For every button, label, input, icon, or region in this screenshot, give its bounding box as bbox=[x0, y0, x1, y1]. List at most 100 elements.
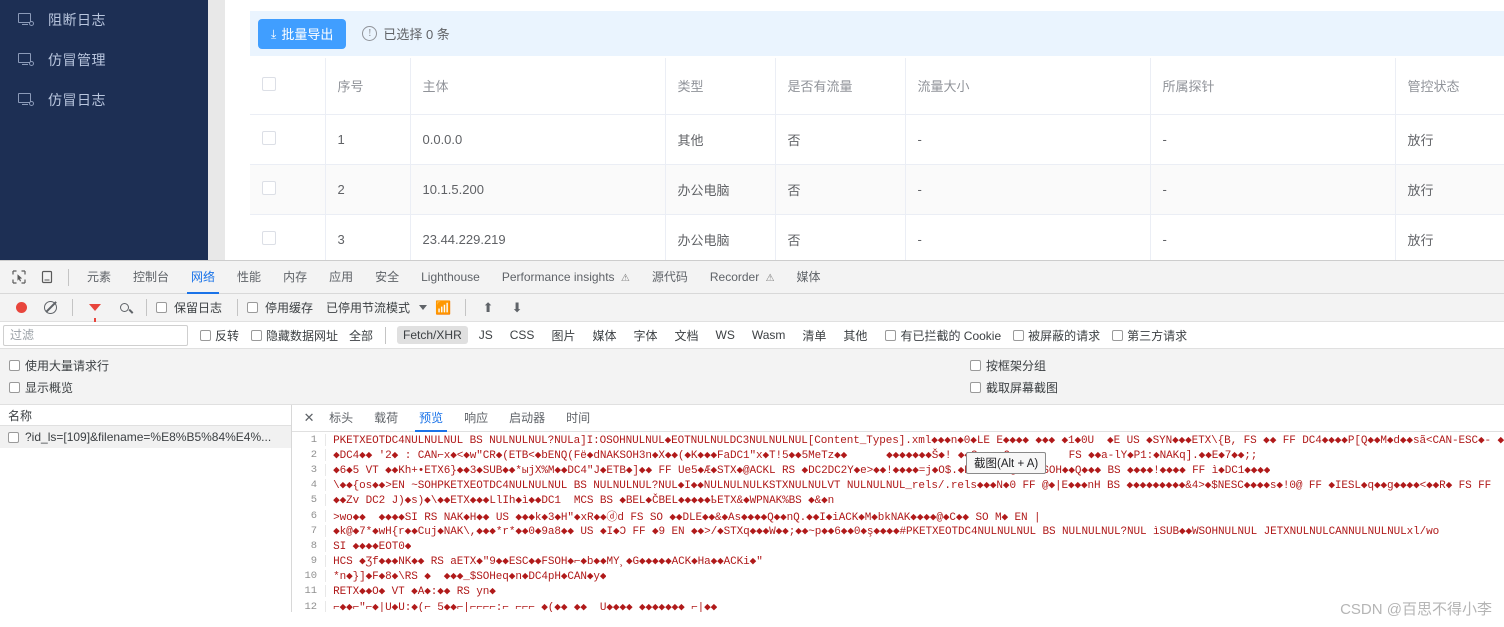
sidebar-item-spoof-management[interactable]: 仿冒管理 bbox=[0, 40, 208, 80]
close-icon[interactable]: ✕ bbox=[300, 409, 318, 427]
preview-line: 3 ◆6◆5 VT ◆◆Kh+•ETX6}◆◆3◆SUB◆◆*ыjX%M◆◆DC4… bbox=[292, 462, 1504, 477]
preserve-log-checkbox[interactable] bbox=[156, 302, 167, 313]
group-by-frame-checkbox[interactable] bbox=[970, 359, 981, 371]
filter-type-other[interactable]: 其他 bbox=[837, 325, 873, 346]
filter-type-doc[interactable]: 文档 bbox=[668, 325, 704, 346]
filter-type-wasm[interactable]: Wasm bbox=[746, 326, 792, 344]
third-party-checkbox[interactable] bbox=[1112, 329, 1124, 341]
invert-label: 反转 bbox=[215, 328, 240, 343]
blocked-requests-toggle[interactable]: 被屏蔽的请求 bbox=[1013, 327, 1100, 344]
column-header-traffic-size[interactable]: 流量大小 bbox=[905, 58, 1151, 115]
filter-type-fetch-xhr[interactable]: Fetch/XHR bbox=[397, 326, 468, 344]
warning-icon: ⚠ bbox=[620, 272, 630, 284]
column-header-index[interactable]: 序号 bbox=[325, 58, 411, 115]
filter-type-media[interactable]: 媒体 bbox=[586, 325, 622, 346]
hide-data-urls-toggle[interactable]: 隐藏数据网址 bbox=[251, 327, 338, 344]
filter-funnel-icon[interactable] bbox=[82, 295, 108, 322]
filter-type-img[interactable]: 图片 bbox=[545, 325, 581, 346]
blocked-cookies-checkbox[interactable] bbox=[885, 329, 897, 341]
filter-type-ws[interactable]: WS bbox=[710, 326, 741, 344]
toolbar-divider bbox=[237, 299, 239, 316]
row-checkbox[interactable] bbox=[262, 230, 276, 245]
detail-tab-response[interactable]: 响应 bbox=[454, 405, 498, 432]
filter-type-js[interactable]: JS bbox=[473, 326, 499, 344]
capture-screenshots-toggle[interactable]: 截取屏幕截图 bbox=[970, 379, 1058, 396]
detail-tab-preview[interactable]: 预览 bbox=[409, 405, 453, 432]
hide-data-urls-checkbox[interactable] bbox=[251, 329, 263, 341]
detail-tab-payload[interactable]: 载荷 bbox=[364, 405, 408, 432]
upload-arrow-icon[interactable]: ⬆ bbox=[475, 295, 501, 321]
tab-security[interactable]: 安全 bbox=[365, 261, 409, 294]
sidebar-item-blocking-log[interactable]: 阻断日志 bbox=[0, 0, 208, 40]
column-header-subject[interactable]: 主体 bbox=[410, 58, 666, 115]
group-by-frame-toggle[interactable]: 按框架分组 bbox=[970, 357, 1046, 374]
show-overview-checkbox[interactable] bbox=[9, 381, 20, 393]
request-list-item[interactable]: ?id_ls=[109]&filename=%E8%B5%84%E4%... bbox=[0, 426, 292, 448]
blocked-requests-checkbox[interactable] bbox=[1013, 329, 1025, 341]
select-all-checkbox[interactable] bbox=[262, 77, 276, 92]
tab-application[interactable]: 应用 bbox=[319, 261, 363, 294]
table-row[interactable]: 2 10.1.5.200 办公电脑 否 - - 放行 bbox=[250, 164, 1504, 215]
detail-tab-headers[interactable]: 标头 bbox=[319, 405, 363, 432]
batch-export-button[interactable]: ⤓ 批量导出 bbox=[258, 18, 347, 49]
tab-lighthouse[interactable]: Lighthouse bbox=[411, 261, 490, 294]
detail-tab-timing[interactable]: 时间 bbox=[556, 405, 600, 432]
cell-traffic-size: - bbox=[905, 214, 1151, 265]
invert-checkbox[interactable] bbox=[200, 329, 211, 341]
hide-data-urls-label: 隐藏数据网址 bbox=[266, 328, 339, 343]
record-icon[interactable] bbox=[8, 295, 34, 321]
line-text: ◆DC4◆◆ '2◆ : CAN⌐x◆<◆w"CR◆(ETB<◆bENQ(Fë◆… bbox=[333, 449, 1258, 462]
big-request-rows-checkbox[interactable] bbox=[9, 359, 20, 371]
tab-performance-insights[interactable]: Performance insights ⚠ bbox=[492, 261, 640, 294]
device-toolbar-icon[interactable] bbox=[34, 264, 60, 290]
tab-sources[interactable]: 源代码 bbox=[642, 261, 698, 294]
row-checkbox[interactable] bbox=[262, 130, 276, 145]
big-request-rows-toggle[interactable]: 使用大量请求行 bbox=[9, 357, 109, 374]
filter-type-font[interactable]: 字体 bbox=[627, 325, 663, 346]
filter-type-all[interactable]: 全部 bbox=[343, 325, 379, 346]
selection-count-label: 已选择 0 条 bbox=[383, 27, 450, 42]
filter-type-css[interactable]: CSS bbox=[504, 326, 541, 344]
column-header-type[interactable]: 类型 bbox=[665, 58, 776, 115]
network-body: 名称 ?id_ls=[109]&filename=%E8%B5%84%E4%..… bbox=[0, 405, 1504, 612]
column-header-status[interactable]: 管控状态 bbox=[1395, 58, 1504, 115]
tab-media[interactable]: 媒体 bbox=[787, 261, 831, 294]
blocked-cookies-toggle[interactable]: 有已拦截的 Cookie bbox=[885, 327, 1001, 344]
capture-screenshots-checkbox[interactable] bbox=[970, 381, 981, 393]
throttling-label[interactable]: 已停用节流模式 bbox=[326, 299, 410, 316]
detail-tab-initiator[interactable]: 启动器 bbox=[499, 405, 555, 432]
filter-input[interactable] bbox=[3, 324, 188, 346]
wifi-settings-icon[interactable]: 📶 bbox=[430, 295, 456, 321]
inspect-element-icon[interactable] bbox=[6, 264, 32, 290]
disable-cache-checkbox[interactable] bbox=[247, 302, 259, 313]
cell-subject: 23.44.229.219 bbox=[410, 214, 666, 265]
column-header-probe[interactable]: 所属探针 bbox=[1150, 58, 1396, 115]
row-checkbox[interactable] bbox=[262, 180, 276, 195]
table-row[interactable]: 3 23.44.229.219 办公电脑 否 - - 放行 bbox=[250, 214, 1504, 265]
tab-recorder[interactable]: Recorder ⚠ bbox=[700, 261, 785, 294]
column-header-has-traffic[interactable]: 是否有流量 bbox=[775, 58, 906, 115]
sidebar-item-spoof-log[interactable]: 仿冒日志 bbox=[0, 80, 208, 120]
cell-has-traffic: 否 bbox=[775, 214, 906, 265]
invert-filter-toggle[interactable]: 反转 bbox=[200, 327, 239, 344]
table-row[interactable]: 1 0.0.0.0 其他 否 - - 放行 bbox=[250, 114, 1504, 165]
chevron-down-icon[interactable] bbox=[419, 305, 428, 310]
tab-elements[interactable]: 元素 bbox=[77, 261, 121, 294]
tab-performance[interactable]: 性能 bbox=[227, 261, 271, 294]
request-row-checkbox[interactable] bbox=[8, 431, 19, 443]
tab-memory[interactable]: 内存 bbox=[273, 261, 317, 294]
third-party-toggle[interactable]: 第三方请求 bbox=[1112, 327, 1187, 344]
search-icon[interactable] bbox=[111, 295, 137, 321]
disable-cache-label: 停用缓存 bbox=[265, 301, 314, 315]
line-number: 1 bbox=[292, 433, 327, 446]
screenshot-tooltip: 截图(Alt + A) bbox=[966, 452, 1047, 474]
main-content: ⤓ 批量导出 ! 已选择 0 条 序号 主体 类型 是否有流量 流量大小 所属探… bbox=[225, 0, 1504, 265]
request-list-header[interactable]: 名称 bbox=[0, 405, 292, 426]
line-number: 8 bbox=[292, 539, 327, 552]
show-overview-toggle[interactable]: 显示概览 bbox=[9, 379, 73, 396]
filter-type-manifest[interactable]: 清单 bbox=[796, 325, 832, 346]
tab-network[interactable]: 网络 bbox=[181, 261, 225, 294]
download-arrow-icon[interactable]: ⬇ bbox=[504, 295, 530, 321]
clear-icon[interactable] bbox=[37, 295, 63, 321]
tab-console[interactable]: 控制台 bbox=[123, 261, 179, 294]
